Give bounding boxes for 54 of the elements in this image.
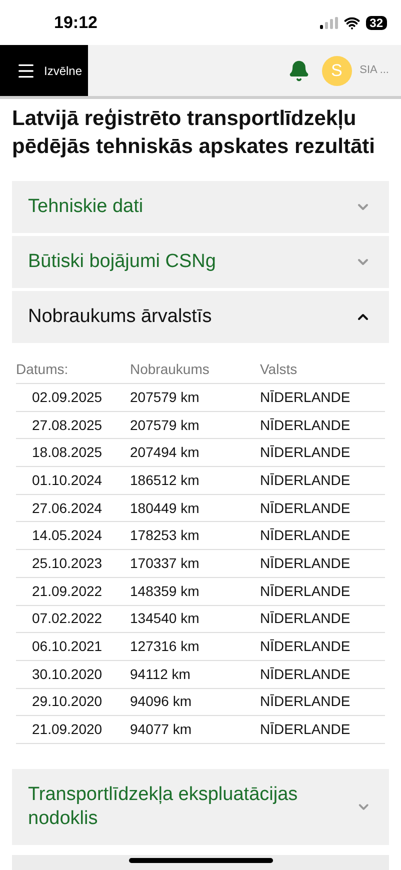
- table-cell-text: NĪDERLANDE: [260, 582, 350, 601]
- table-cell-text: NĪDERLANDE: [260, 443, 350, 462]
- table-cell-text: 148359 km: [130, 582, 200, 601]
- table-cell-text: NĪDERLANDE: [260, 498, 350, 518]
- table-cell-text: 178253 km: [130, 526, 200, 546]
- table-cell-text: 18.08.2025: [31, 443, 102, 462]
- table-cell-text: 30.10.2020: [31, 664, 102, 684]
- table-cell-text: 06.10.2021: [31, 637, 102, 656]
- table-cell-text: 29.10.2020: [31, 692, 102, 712]
- table-cell-text: NĪDERLANDE: [260, 692, 350, 712]
- battery-level: 32: [366, 16, 387, 30]
- table-cell-text: 186512 km: [130, 470, 200, 490]
- signal-icon: [320, 16, 338, 28]
- page-title: Latvijā reģistrēto transportlīdzekļu pēdējās tehniskās apskates rezultāti: [11, 106, 376, 160]
- accordion-header[interactable]: Transportlīdzekļa ekspluatācijas nodoklis: [12, 768, 389, 845]
- table-cell-text: 170337 km: [130, 554, 200, 573]
- table-cell-text: 01.10.2024: [31, 470, 102, 490]
- table-cell-text: 21.09.2020: [31, 720, 102, 740]
- table-cell-text: 134540 km: [130, 609, 200, 628]
- table-cell-text: 180449 km: [130, 498, 200, 518]
- account-name[interactable]: SIA ...: [360, 62, 389, 79]
- table-cell-text: 127316 km: [130, 637, 200, 656]
- table-cell-text: NĪDERLANDE: [260, 388, 350, 407]
- menu-button[interactable]: Izvēlne: [0, 45, 88, 96]
- column-header: Nobraukums: [130, 360, 210, 379]
- table-cell-text: 21.09.2022: [31, 582, 102, 601]
- table-cell-text: 02.09.2025: [31, 388, 102, 407]
- clock: 19:12: [54, 12, 98, 34]
- table-cell-text: 94077 km: [130, 720, 192, 740]
- table-cell-text: 27.08.2025: [31, 416, 102, 435]
- table-cell-text: 207494 km: [130, 443, 200, 462]
- accordion-header[interactable]: Nobraukums ārvalstīs: [12, 291, 389, 343]
- column-header: Valsts: [260, 360, 298, 379]
- table-cell-text: NĪDERLANDE: [260, 664, 350, 684]
- table-cell-text: NĪDERLANDE: [260, 637, 350, 656]
- table-cell-text: 207579 km: [130, 416, 200, 435]
- table-cell-text: 207579 km: [130, 388, 200, 407]
- table-cell-text: NĪDERLANDE: [260, 720, 350, 740]
- table-cell-text: 94112 km: [130, 664, 190, 684]
- table-cell-text: 07.02.2022: [31, 609, 102, 628]
- wifi-icon: [344, 14, 360, 30]
- accordion-header[interactable]: Tehniskie dati: [12, 181, 389, 233]
- column-header: Datums:: [16, 360, 68, 379]
- table-cell-text: 25.10.2023: [31, 554, 102, 573]
- table-cell-text: NĪDERLANDE: [260, 470, 350, 490]
- table-cell-text: NĪDERLANDE: [260, 554, 350, 573]
- table-cell-text: 94096 km: [130, 692, 192, 712]
- table-cell-text: NĪDERLANDE: [260, 526, 350, 546]
- table-cell-text: 27.06.2024: [31, 498, 102, 518]
- table-cell-text: NĪDERLANDE: [260, 609, 350, 628]
- bell-icon[interactable]: [288, 60, 310, 82]
- accordion-header[interactable]: Būtiski bojājumi CSNg: [12, 236, 389, 288]
- table-cell-text: 14.05.2024: [31, 526, 102, 546]
- table-cell-text: NĪDERLANDE: [260, 416, 350, 435]
